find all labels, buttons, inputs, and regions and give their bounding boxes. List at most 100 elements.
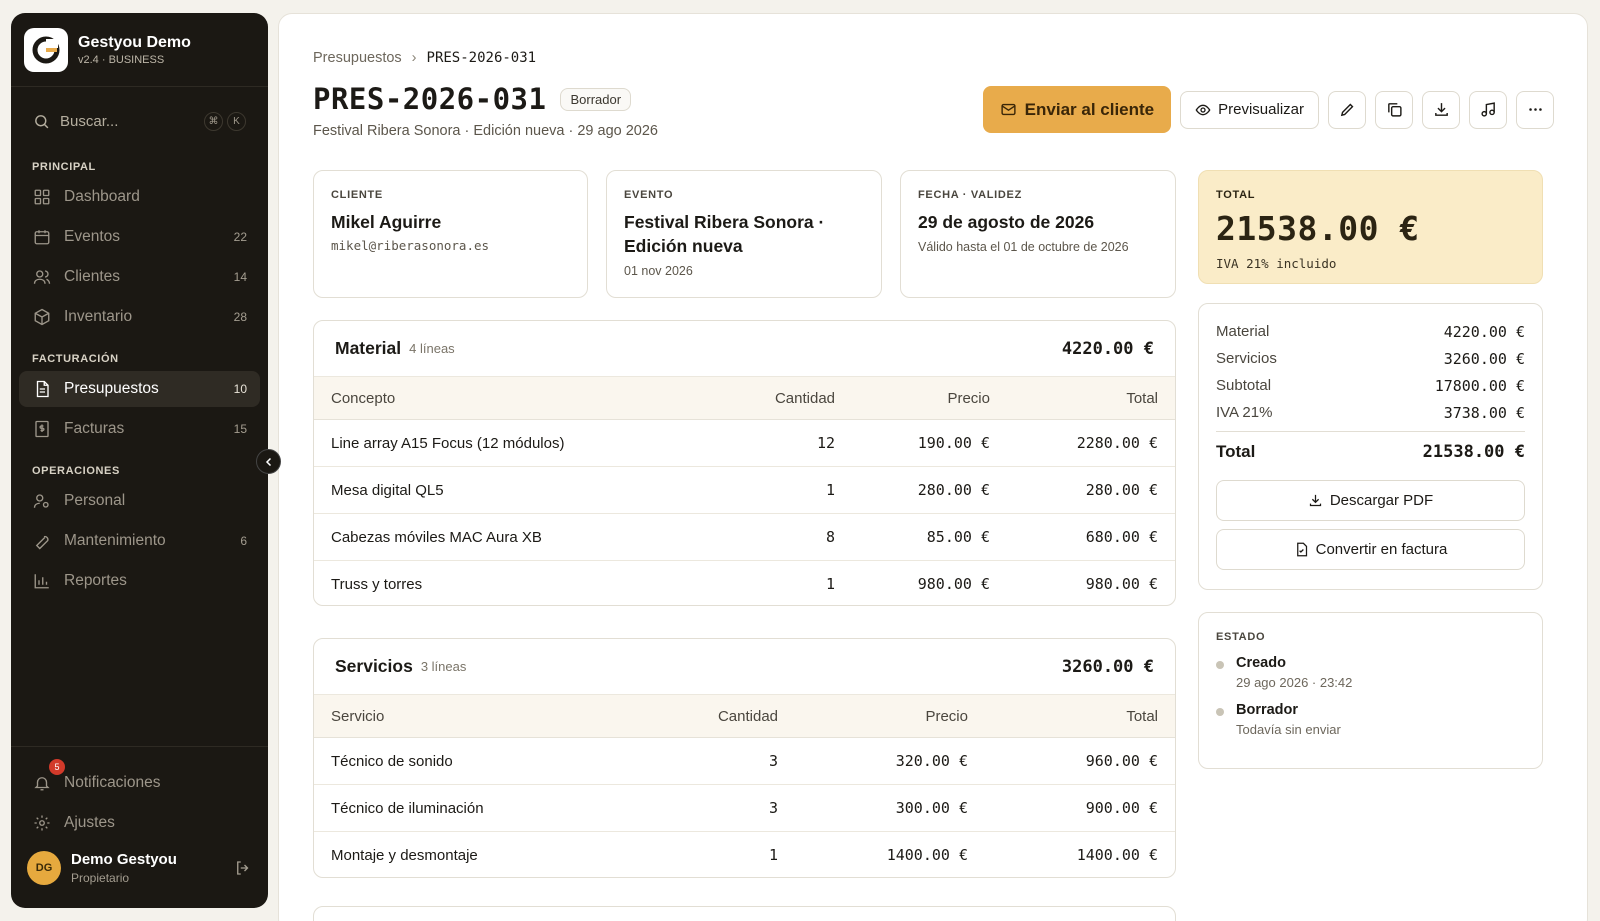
event-label: EVENTO: [624, 189, 674, 201]
timeline-item: Borrador Todavía sin enviar: [1216, 702, 1525, 737]
send-to-client-button[interactable]: Enviar al cliente: [982, 86, 1172, 133]
item-quantity: 8: [712, 513, 852, 561]
music-button[interactable]: [1469, 90, 1507, 129]
item-quantity: 1: [825, 575, 835, 594]
sidebar-item-label: Inventario: [64, 308, 133, 325]
date-label: FECHA · VALIDEZ: [918, 189, 1022, 201]
user-profile[interactable]: DG Demo Gestyou Propietario: [11, 851, 268, 885]
summary-value: 4220.00 €: [1443, 322, 1525, 341]
sidebar-item-label: Ajustes: [64, 814, 115, 831]
section-total: 3260.00 €: [1061, 656, 1154, 677]
event-date: 01 nov 2026: [624, 264, 693, 278]
search-input[interactable]: Buscar... ⌘ K: [23, 101, 256, 141]
client-email[interactable]: mikel@riberasonora.es: [331, 238, 570, 253]
column-header: Cantidad: [655, 694, 795, 738]
convert-to-invoice-label: Convertir en factura: [1315, 541, 1448, 558]
breadcrumb-current: PRES-2026-031: [426, 50, 537, 66]
sidebar-item-facturas[interactable]: Facturas 15: [19, 411, 260, 447]
validity-text: Válido hasta el 01 de octubre de 2026: [918, 240, 1129, 254]
item-concept: Cabezas móviles MAC Aura XB: [314, 513, 712, 561]
sidebar-item-label: Facturas: [64, 420, 125, 437]
sidebar-collapse-button[interactable]: [256, 449, 281, 474]
sidebar-footer: 5 Notificaciones Ajustes DG Demo Gestyou…: [11, 746, 268, 908]
download-button[interactable]: [1422, 90, 1460, 129]
section-total: 4220.00 €: [1061, 338, 1154, 359]
edit-button[interactable]: [1328, 90, 1366, 129]
table-row[interactable]: Mesa digital QL5 1 280.00 € 280.00 €: [314, 466, 1175, 514]
item-total: 680.00 €: [1007, 513, 1175, 561]
user-role: Propietario: [71, 871, 130, 885]
table-row[interactable]: Truss y torres 1 980.00 € 980.00 €: [314, 561, 1175, 606]
breadcrumb-parent[interactable]: Presupuestos: [313, 50, 402, 66]
search-icon: [33, 113, 50, 130]
table-row[interactable]: Line array A15 Focus (12 módulos) 12 190…: [314, 419, 1175, 467]
item-price: 190.00 €: [852, 419, 1007, 467]
total-card: TOTAL 21538.00 € IVA 21% incluido: [1198, 170, 1543, 284]
column-header: Total: [1007, 376, 1175, 420]
sidebar-item-clientes[interactable]: Clientes 14: [19, 259, 260, 295]
nav-section-label: PRINCIPAL: [32, 161, 96, 173]
sidebar-item-presupuestos[interactable]: Presupuestos 10: [19, 371, 260, 407]
sidebar-item-label: Dashboard: [64, 188, 140, 205]
sidebar-item-ajustes[interactable]: Ajustes: [19, 805, 260, 841]
duplicate-button[interactable]: [1375, 90, 1413, 129]
item-service: Técnico de sonido: [314, 737, 655, 785]
shortcut-key: ⌘: [204, 111, 223, 131]
item-total: 900.00 €: [985, 784, 1175, 832]
sidebar-item-notificaciones[interactable]: 5 Notificaciones: [19, 759, 260, 801]
total-label: TOTAL: [1216, 189, 1256, 201]
summary-label: Subtotal: [1216, 377, 1272, 394]
item-total: 980.00 €: [1085, 575, 1158, 594]
staff-icon: [32, 491, 52, 511]
brand-name: Gestyou Demo: [78, 33, 191, 51]
item-price: 1400.00 €: [886, 846, 968, 865]
summary-value: 3738.00 €: [1443, 403, 1525, 422]
avatar: DG: [27, 851, 61, 885]
table-row[interactable]: Montaje y desmontaje 1 1400.00 € 1400.00…: [314, 832, 1175, 878]
download-pdf-button[interactable]: Descargar PDF: [1216, 480, 1525, 521]
item-concept: Mesa digital QL5: [314, 466, 712, 514]
sidebar-item-reportes[interactable]: Reportes: [19, 563, 260, 599]
item-concept: Truss y torres: [331, 575, 423, 593]
convert-to-invoice-button[interactable]: Convertir en factura: [1216, 529, 1525, 570]
sidebar-item-eventos[interactable]: Eventos 22: [19, 219, 260, 255]
more-horizontal-icon: [1527, 101, 1544, 118]
sidebar-item-mantenimiento[interactable]: Mantenimiento 6: [19, 523, 260, 559]
table-row[interactable]: Técnico de iluminación 3 300.00 € 900.00…: [314, 784, 1175, 832]
section-line-count: 3 líneas: [420, 659, 467, 674]
calendar-icon: [32, 227, 52, 247]
column-header: Precio: [795, 694, 985, 738]
document-icon: [32, 379, 52, 399]
more-options-button[interactable]: [1516, 90, 1554, 129]
table-row[interactable]: Cabezas móviles MAC Aura XB 8 85.00 € 68…: [314, 513, 1175, 561]
item-total: 2280.00 €: [1007, 419, 1175, 467]
invoice-icon: [32, 419, 52, 439]
summary-total-label: Total: [1216, 442, 1256, 461]
sidebar-item-inventario[interactable]: Inventario 28: [19, 299, 260, 335]
timeline-subtitle: 29 ago 2026 · 23:42: [1236, 675, 1353, 690]
table-row[interactable]: Técnico de sonido 3 320.00 € 960.00 €: [314, 737, 1175, 785]
summary-value: 3260.00 €: [1443, 349, 1525, 368]
item-price: 980.00 €: [917, 575, 990, 594]
sidebar-item-personal[interactable]: Personal: [19, 483, 260, 519]
sidebar-item-label: Personal: [64, 492, 126, 509]
sidebar-item-dashboard[interactable]: Dashboard: [19, 179, 260, 215]
box-icon: [32, 307, 52, 327]
item-total: 960.00 €: [985, 737, 1175, 785]
preview-button[interactable]: Previsualizar: [1180, 90, 1319, 129]
section-line-count: 4 líneas: [409, 341, 455, 356]
summary-row: Material 4220.00 €: [1216, 318, 1525, 345]
toolbar: Enviar al cliente Previsualizar: [982, 86, 1554, 133]
summary-total-row: Total 21538.00 €: [1216, 431, 1525, 472]
timeline-title: Creado: [1236, 655, 1286, 671]
logout-icon[interactable]: [234, 859, 252, 877]
mail-icon: [1000, 101, 1017, 118]
sidebar-item-label: Clientes: [64, 268, 120, 285]
brand[interactable]: Gestyou Demo v2.4 · BUSINESS: [11, 13, 268, 87]
page-subtitle: Festival Ribera Sonora · Edición nueva ·…: [313, 123, 658, 139]
bell-icon: [32, 773, 52, 793]
item-price: 85.00 €: [852, 513, 1007, 561]
breadcrumb: Presupuestos › PRES-2026-031: [313, 50, 536, 66]
services-table: Servicio Cantidad Precio Total Técnico d…: [314, 694, 1175, 878]
next-section: [313, 906, 1176, 921]
